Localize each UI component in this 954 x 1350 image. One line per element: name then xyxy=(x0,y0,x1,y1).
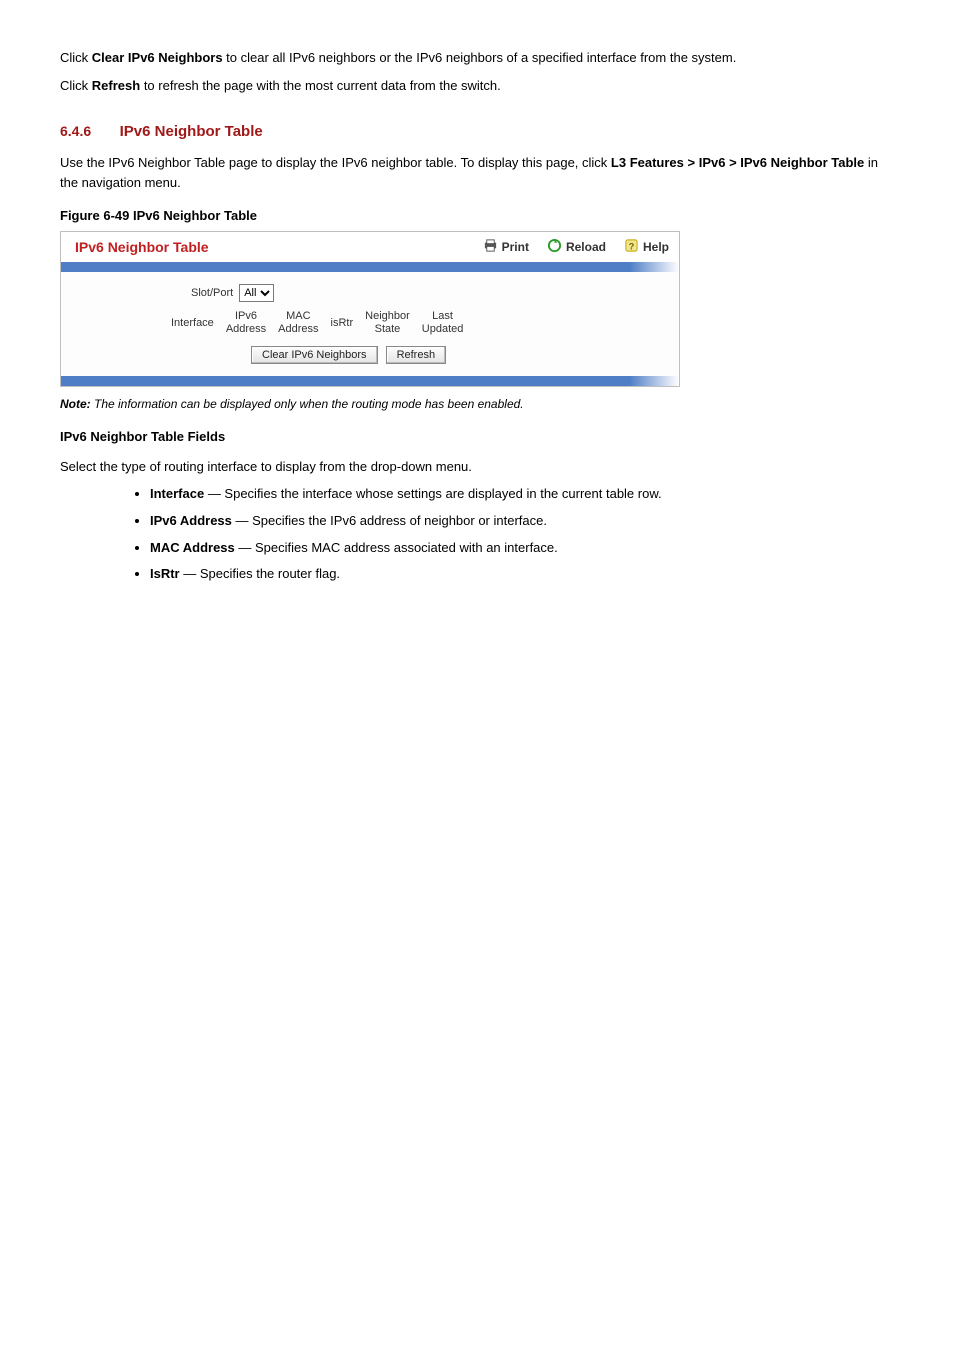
reload-button[interactable]: Reload xyxy=(547,238,606,256)
text: Use the IPv6 Neighbor Table page to disp… xyxy=(60,155,611,170)
section-number: 6.4.6 xyxy=(60,123,116,139)
nav-path: L3 Features > IPv6 > IPv6 Neighbor Table xyxy=(611,155,864,170)
svg-text:?: ? xyxy=(629,241,635,251)
field-text: — Specifies the router flag. xyxy=(180,566,340,581)
col-neighbor-state: Neighbor State xyxy=(365,310,410,336)
refresh-button[interactable]: Refresh xyxy=(386,346,447,364)
print-label: Print xyxy=(502,240,529,254)
list-item: IPv6 Address — Specifies the IPv6 addres… xyxy=(150,512,894,531)
note-label: Note: xyxy=(60,397,94,411)
field-text: — Specifies the IPv6 address of neighbor… xyxy=(232,513,547,528)
text: to refresh the page with the most curren… xyxy=(140,78,501,93)
field-text: — Specifies the interface whose settings… xyxy=(204,486,661,501)
section-title: IPv6 Neighbor Table xyxy=(120,123,263,140)
fields-heading: IPv6 Neighbor Table Fields xyxy=(60,429,894,444)
reload-icon xyxy=(547,238,562,256)
clear-instruction: Click Clear IPv6 Neighbors to clear all … xyxy=(60,48,894,68)
field-label: Interface xyxy=(150,486,204,501)
col-interface: Interface xyxy=(171,317,214,330)
col-mac-address: MAC Address xyxy=(278,310,318,336)
slot-port-filter: Slot/Port All xyxy=(191,284,274,302)
note-text: The information can be displayed only wh… xyxy=(94,397,524,411)
slot-port-label: Slot/Port xyxy=(191,287,233,299)
reload-label: Reload xyxy=(566,240,606,254)
column-header-row: Interface IPv6 Address MAC Address isRtr… xyxy=(171,310,463,336)
divider-bar-top xyxy=(61,262,679,272)
section-description: Use the IPv6 Neighbor Table page to disp… xyxy=(60,153,894,192)
refresh-instruction: Click Refresh to refresh the page with t… xyxy=(60,76,894,96)
panel-titlebar: IPv6 Neighbor Table Print Reload ? xyxy=(61,232,679,262)
clear-ipv6-neighbors-button[interactable]: Clear IPv6 Neighbors xyxy=(251,346,378,364)
field-label: IPv6 Address xyxy=(150,513,232,528)
text: Click xyxy=(60,50,92,65)
list-item: MAC Address — Specifies MAC address asso… xyxy=(150,539,894,558)
button-row: Clear IPv6 Neighbors Refresh xyxy=(251,346,446,364)
neighbor-table-panel: IPv6 Neighbor Table Print Reload ? xyxy=(60,231,680,387)
col-last-updated: Last Updated xyxy=(422,310,464,336)
figure-caption: Figure 6-49 IPv6 Neighbor Table xyxy=(60,208,894,223)
text: to clear all IPv6 neighbors or the IPv6 … xyxy=(223,50,737,65)
print-button[interactable]: Print xyxy=(483,238,529,256)
help-icon: ? xyxy=(624,238,639,256)
panel-title: IPv6 Neighbor Table xyxy=(75,239,209,255)
text: Click xyxy=(60,78,92,93)
help-label: Help xyxy=(643,240,669,254)
printer-icon xyxy=(483,238,498,256)
field-label: IsRtr xyxy=(150,566,180,581)
help-button[interactable]: ? Help xyxy=(624,238,669,256)
fields-list: Interface — Specifies the interface whos… xyxy=(80,485,894,584)
fields-intro: Select the type of routing interface to … xyxy=(60,457,894,477)
field-text: — Specifies MAC address associated with … xyxy=(235,540,558,555)
field-label: MAC Address xyxy=(150,540,235,555)
list-item: Interface — Specifies the interface whos… xyxy=(150,485,894,504)
col-ipv6-address: IPv6 Address xyxy=(226,310,266,336)
panel-actions: Print Reload ? Help xyxy=(483,238,669,256)
figure-note: Note: The information can be displayed o… xyxy=(60,397,894,411)
col-isrtr: isRtr xyxy=(331,317,354,330)
refresh-bold: Refresh xyxy=(92,78,140,93)
slot-port-select[interactable]: All xyxy=(239,284,274,302)
clear-bold: Clear IPv6 Neighbors xyxy=(92,50,223,65)
list-item: IsRtr — Specifies the router flag. xyxy=(150,565,894,584)
divider-bar-bottom xyxy=(61,376,679,386)
panel-body: Slot/Port All Interface IPv6 Address MAC… xyxy=(61,272,679,376)
